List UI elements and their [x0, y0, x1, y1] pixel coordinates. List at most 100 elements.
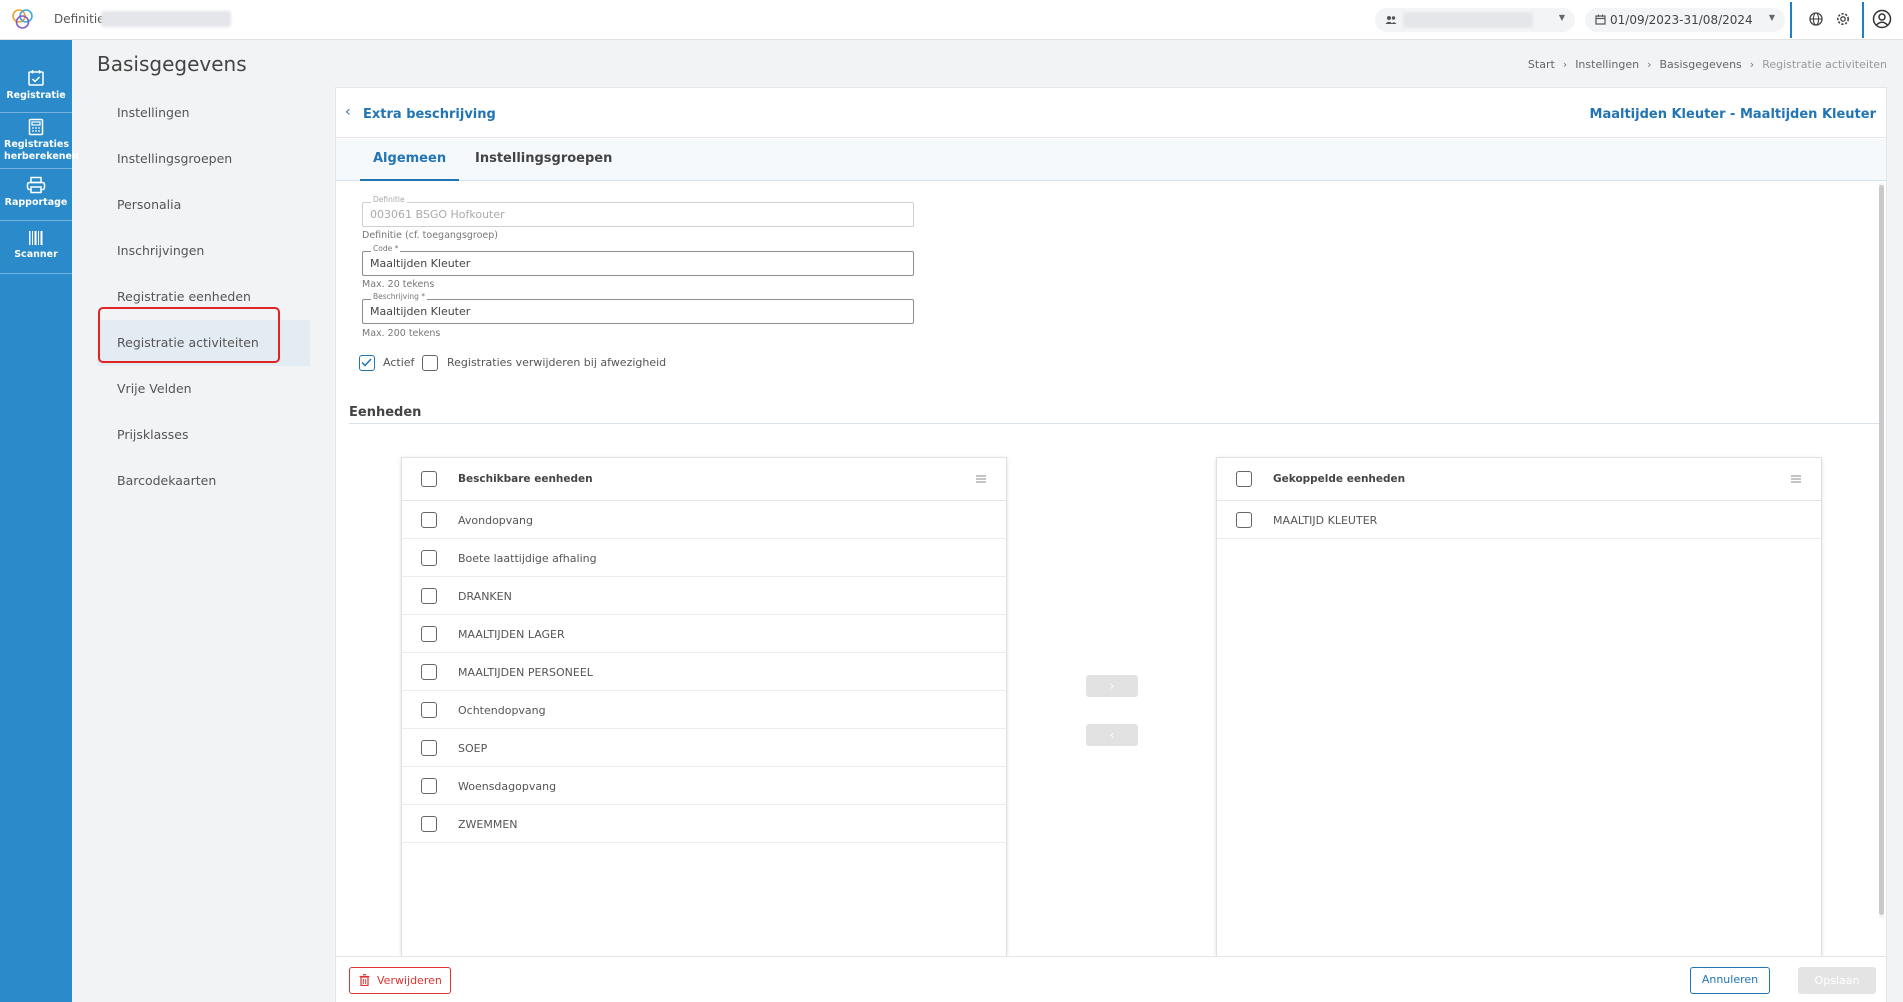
move-left-button[interactable]: ‹: [1086, 724, 1138, 746]
menu-icon[interactable]: [976, 475, 986, 483]
linked-units-list: Gekoppelde eenheden MAALTIJD KLEUTER: [1216, 457, 1822, 957]
rail-item-scanner[interactable]: Scanner: [0, 230, 72, 261]
back-chevron-icon[interactable]: ‹: [345, 104, 351, 120]
list-item-label: Woensdagopvang: [458, 780, 557, 793]
left-rail: Registratie Registraties herberekenen Ra…: [0, 40, 79, 1002]
nav-item-personalia[interactable]: Personalia: [97, 182, 310, 228]
actief-label: Actief: [383, 356, 415, 369]
user-circle-icon[interactable]: [1872, 9, 1892, 29]
users-icon: [1385, 16, 1397, 24]
trash-icon: [359, 974, 370, 986]
divider: [0, 112, 72, 113]
verwijderen-checkbox[interactable]: [422, 355, 438, 371]
date-range-select[interactable]: 01/09/2023-31/08/2024 ▼: [1585, 8, 1785, 32]
beschrijving-field[interactable]: Beschrijving * Maaltijden Kleuter: [362, 292, 914, 324]
move-right-button[interactable]: ›: [1086, 675, 1138, 697]
nav-item-instellingen[interactable]: Instellingen: [97, 90, 310, 136]
gear-icon[interactable]: [1834, 10, 1852, 28]
calendar-icon: [1595, 14, 1606, 25]
list-item-label: DRANKEN: [458, 590, 512, 603]
app-logo[interactable]: [10, 6, 36, 32]
list-item[interactable]: Boete laattijdige afhaling: [402, 539, 1006, 577]
section-title-eenheden: Eenheden: [349, 405, 422, 420]
detail-card: ‹ Extra beschrijving Maaltijden Kleuter …: [335, 87, 1887, 1002]
item-checkbox[interactable]: [421, 550, 437, 566]
highlight-box: [98, 307, 280, 363]
list-item-label: SOEP: [458, 742, 488, 755]
cancel-button[interactable]: Annuleren: [1690, 967, 1770, 994]
item-checkbox[interactable]: [421, 512, 437, 528]
scrollbar-thumb[interactable]: [1879, 185, 1884, 915]
save-button[interactable]: Opslaan: [1798, 967, 1876, 994]
card-footer: Verwijderen Annuleren Opslaan: [336, 956, 1886, 1002]
field-label: Code *: [371, 244, 401, 253]
rail-item-rapportage[interactable]: Rapportage: [0, 176, 72, 209]
item-checkbox[interactable]: [1236, 512, 1252, 528]
date-range-value: 01/09/2023-31/08/2024: [1610, 13, 1753, 27]
divider: [1862, 2, 1864, 38]
calendar-check-icon: [28, 70, 44, 86]
breadcrumb-start[interactable]: Start: [1528, 58, 1555, 71]
list-header-label: Gekoppelde eenheden: [1273, 473, 1406, 485]
chevron-right-icon: ›: [1749, 58, 1755, 71]
tab-instellingsgroepen[interactable]: Instellingsgroepen: [463, 139, 624, 181]
list-item-label: ZWEMMEN: [458, 818, 518, 831]
menu-icon[interactable]: [1791, 475, 1801, 483]
item-checkbox[interactable]: [421, 778, 437, 794]
page-title: Basisgegevens: [97, 52, 247, 76]
breadcrumb-instellingen[interactable]: Instellingen: [1575, 58, 1639, 71]
list-item-label: MAALTIJD KLEUTER: [1273, 514, 1378, 527]
available-units-list: Beschikbare eenheden Avondopvang Boete l…: [401, 457, 1007, 957]
list-header: Beschikbare eenheden: [402, 458, 1006, 501]
item-checkbox[interactable]: [421, 740, 437, 756]
rail-item-registratie[interactable]: Registratie: [0, 69, 72, 102]
nav-item-prijsklasses[interactable]: Prijsklasses: [97, 412, 310, 458]
tab-algemeen[interactable]: Algemeen: [360, 139, 460, 181]
globe-icon[interactable]: [1807, 10, 1825, 28]
divider: [0, 273, 72, 274]
item-checkbox[interactable]: [421, 816, 437, 832]
card-header: ‹ Extra beschrijving Maaltijden Kleuter …: [336, 88, 1886, 138]
printer-icon: [26, 176, 46, 194]
select-all-checkbox[interactable]: [1236, 471, 1252, 487]
user-select[interactable]: ▼: [1375, 8, 1575, 32]
nav-item-instellingsgroepen[interactable]: Instellingsgroepen: [97, 136, 310, 182]
rail-item-label: Scanner: [14, 249, 58, 260]
list-item-label: Ochtendopvang: [458, 704, 546, 717]
list-item[interactable]: Ochtendopvang: [402, 691, 1006, 729]
list-item[interactable]: SOEP: [402, 729, 1006, 767]
field-value: Maaltijden Kleuter: [370, 305, 471, 318]
select-all-checkbox[interactable]: [421, 471, 437, 487]
field-label: Beschrijving *: [371, 292, 427, 301]
chevron-down-icon: ▼: [1768, 13, 1775, 22]
item-checkbox[interactable]: [421, 588, 437, 604]
tab-bar: Algemeen Instellingsgroepen: [336, 139, 1886, 181]
list-item-label: MAALTIJDEN LAGER: [458, 628, 565, 641]
list-item-label: MAALTIJDEN PERSONEEL: [458, 666, 593, 679]
rail-item-registraties-herberekenen[interactable]: Registraties herberekenen: [0, 118, 79, 163]
item-checkbox[interactable]: [421, 702, 437, 718]
list-item[interactable]: Woensdagopvang: [402, 767, 1006, 805]
definitie-field: Definitie 003061 BSGO Hofkouter: [362, 195, 914, 227]
list-item[interactable]: Avondopvang: [402, 501, 1006, 539]
code-field[interactable]: Code * Maaltijden Kleuter: [362, 244, 914, 276]
list-item[interactable]: ZWEMMEN: [402, 805, 1006, 843]
list-header: Gekoppelde eenheden: [1217, 458, 1821, 501]
breadcrumb-basisgegevens[interactable]: Basisgegevens: [1659, 58, 1741, 71]
item-checkbox[interactable]: [421, 626, 437, 642]
top-bar: Definitie: ▼ 01/09/2023-31/08/2024 ▼: [0, 0, 1903, 40]
list-item[interactable]: DRANKEN: [402, 577, 1006, 615]
list-header-label: Beschikbare eenheden: [458, 473, 593, 485]
verwijderen-label: Registraties verwijderen bij afwezigheid: [447, 356, 667, 369]
nav-item-inschrijvingen[interactable]: Inschrijvingen: [97, 228, 310, 274]
nav-item-barcodekaarten[interactable]: Barcodekaarten: [97, 458, 310, 504]
delete-button[interactable]: Verwijderen: [349, 967, 451, 994]
back-link[interactable]: Extra beschrijving: [363, 107, 496, 122]
divider: [0, 168, 72, 169]
nav-item-vrije-velden[interactable]: Vrije Velden: [97, 366, 310, 412]
list-item[interactable]: MAALTIJDEN PERSONEEL: [402, 653, 1006, 691]
actief-checkbox[interactable]: [359, 355, 375, 371]
list-item[interactable]: MAALTIJDEN LAGER: [402, 615, 1006, 653]
list-item[interactable]: MAALTIJD KLEUTER: [1217, 501, 1821, 539]
item-checkbox[interactable]: [421, 664, 437, 680]
